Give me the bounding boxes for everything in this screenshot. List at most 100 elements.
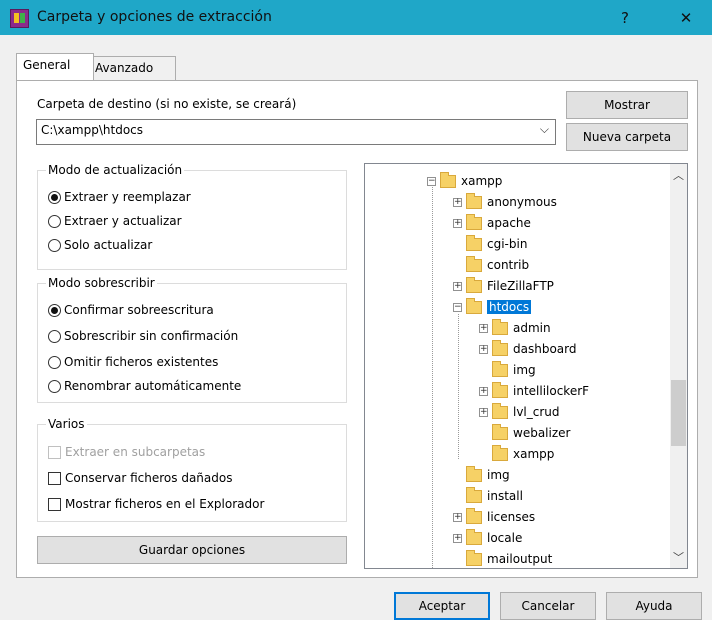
tree-node[interactable]: + intellilockerF (479, 381, 589, 401)
radio-label: Sobrescribir sin confirmación (64, 329, 239, 343)
destination-label: Carpeta de destino (si no existe, se cre… (37, 97, 297, 111)
misc-group: Varios Extraer en subcarpetas Conservar … (37, 417, 347, 522)
checkbox-label: Mostrar ficheros en el Explorador (65, 497, 265, 511)
folder-tree[interactable]: − xampp + anonymous + apache cgi-bin con… (364, 163, 688, 569)
misc-title: Varios (46, 417, 87, 431)
check-show-in-explorer[interactable]: Mostrar ficheros en el Explorador (48, 497, 264, 511)
expand-icon[interactable]: + (479, 323, 488, 333)
tree-node[interactable]: mailoutput (466, 549, 553, 568)
expand-icon[interactable]: + (479, 344, 488, 354)
tree-node[interactable]: + apache (453, 213, 531, 233)
tree-node-label: licenses (487, 510, 536, 524)
tree-node[interactable]: xampp (492, 444, 554, 464)
radio-extract-replace[interactable]: Extraer y reemplazar (48, 190, 191, 204)
tree-node-label: apache (487, 216, 531, 230)
tree-node[interactable]: cgi-bin (466, 234, 527, 254)
check-extract-subfolders[interactable]: Extraer en subcarpetas (48, 445, 205, 459)
tree-node-label: locale (487, 531, 523, 545)
radio-icon (48, 355, 61, 369)
checkbox-icon (48, 497, 61, 511)
radio-label: Renombrar automáticamente (64, 379, 242, 393)
expand-icon[interactable]: + (453, 218, 462, 228)
tree-node-selected[interactable]: − htdocs (453, 297, 532, 317)
tree-node[interactable]: + admin (479, 318, 551, 338)
folder-icon (466, 465, 482, 482)
update-mode-title: Modo de actualización (46, 163, 185, 177)
folder-icon (466, 528, 482, 545)
radio-auto-rename[interactable]: Renombrar automáticamente (48, 379, 241, 393)
new-folder-button[interactable]: Nueva carpeta (566, 123, 688, 151)
tree-node-label: cgi-bin (487, 237, 528, 251)
radio-label: Solo actualizar (64, 238, 153, 252)
tree-node[interactable]: contrib (466, 255, 529, 275)
checkbox-label: Extraer en subcarpetas (65, 445, 206, 459)
radio-overwrite-no-confirm[interactable]: Sobrescribir sin confirmación (48, 329, 238, 343)
tree-node[interactable]: + anonymous (453, 192, 557, 212)
tree-node-label: img (513, 363, 536, 377)
window-title: Carpeta y opciones de extracción (37, 9, 272, 25)
overwrite-mode-title: Modo sobrescribir (46, 276, 157, 290)
scroll-down-icon[interactable]: ﹀ (670, 549, 687, 566)
tree-node[interactable]: + dashboard (479, 339, 576, 359)
folder-open-icon (466, 297, 482, 314)
radio-label: Extraer y reemplazar (64, 190, 191, 204)
help-button[interactable]: ? (603, 0, 647, 35)
radio-label: Confirmar sobreescritura (64, 303, 214, 317)
check-keep-broken[interactable]: Conservar ficheros dañados (48, 471, 232, 485)
tree-node-label: dashboard (513, 342, 577, 356)
accept-button[interactable]: Aceptar (394, 592, 490, 620)
show-button[interactable]: Mostrar (566, 91, 688, 119)
folder-icon (466, 234, 482, 251)
tree-node-label: lvl_crud (513, 405, 560, 419)
tree-scrollbar[interactable]: ︿ ﹀ (670, 164, 687, 568)
radio-skip-existing[interactable]: Omitir ficheros existentes (48, 355, 218, 369)
tree-node[interactable]: webalizer (492, 423, 570, 443)
save-options-button[interactable]: Guardar opciones (37, 536, 347, 564)
tree-node[interactable]: img (466, 465, 510, 485)
tree-node[interactable]: + lvl_crud (479, 402, 560, 422)
help-footer-button[interactable]: Ayuda (606, 592, 702, 620)
destination-value: C:\xampp\htdocs (41, 123, 144, 137)
scroll-up-icon[interactable]: ︿ (670, 167, 687, 184)
tree-node[interactable]: + locale (453, 528, 522, 548)
expand-icon[interactable]: + (453, 512, 462, 522)
collapse-icon[interactable]: − (427, 176, 436, 186)
folder-icon (492, 360, 508, 377)
tree-node[interactable]: + licenses (453, 507, 535, 527)
folder-icon (466, 507, 482, 524)
expand-icon[interactable]: + (453, 533, 462, 543)
folder-icon (466, 213, 482, 230)
overwrite-mode-group: Modo sobrescribir Confirmar sobreescritu… (37, 276, 347, 403)
radio-icon (48, 329, 61, 343)
tree-node[interactable]: img (492, 360, 536, 380)
expand-icon[interactable]: + (453, 197, 462, 207)
tree-node-label: anonymous (487, 195, 557, 209)
tree-node[interactable]: − xampp (427, 171, 502, 191)
expand-icon[interactable]: + (479, 386, 488, 396)
scrollbar-thumb[interactable] (671, 380, 686, 446)
radio-icon (48, 214, 61, 228)
tree-node[interactable]: install (466, 486, 523, 506)
radio-update-only[interactable]: Solo actualizar (48, 238, 152, 252)
tab-general[interactable]: General (16, 53, 94, 80)
expand-icon[interactable]: + (479, 407, 488, 417)
folder-icon (466, 276, 482, 293)
folder-icon (492, 381, 508, 398)
chevron-down-icon[interactable]: ⌵ (540, 122, 549, 137)
tree-node[interactable]: + FileZillaFTP (453, 276, 554, 296)
tree-guide-line (458, 314, 459, 459)
close-button[interactable]: ✕ (664, 0, 708, 35)
checkbox-icon (48, 445, 61, 459)
collapse-icon[interactable]: − (453, 302, 462, 312)
cancel-button[interactable]: Cancelar (500, 592, 596, 620)
expand-icon[interactable]: + (453, 281, 462, 291)
tree-guide-line (432, 184, 433, 568)
destination-combobox[interactable]: C:\xampp\htdocs ⌵ (36, 119, 556, 145)
tree-node-label: mailoutput (487, 552, 553, 566)
folder-icon (440, 171, 456, 188)
folder-icon (492, 423, 508, 440)
checkbox-label: Conservar ficheros dañados (65, 471, 233, 485)
radio-confirm-overwrite[interactable]: Confirmar sobreescritura (48, 303, 214, 317)
radio-extract-update[interactable]: Extraer y actualizar (48, 214, 182, 228)
tab-avanzado[interactable]: Avanzado (88, 56, 176, 81)
